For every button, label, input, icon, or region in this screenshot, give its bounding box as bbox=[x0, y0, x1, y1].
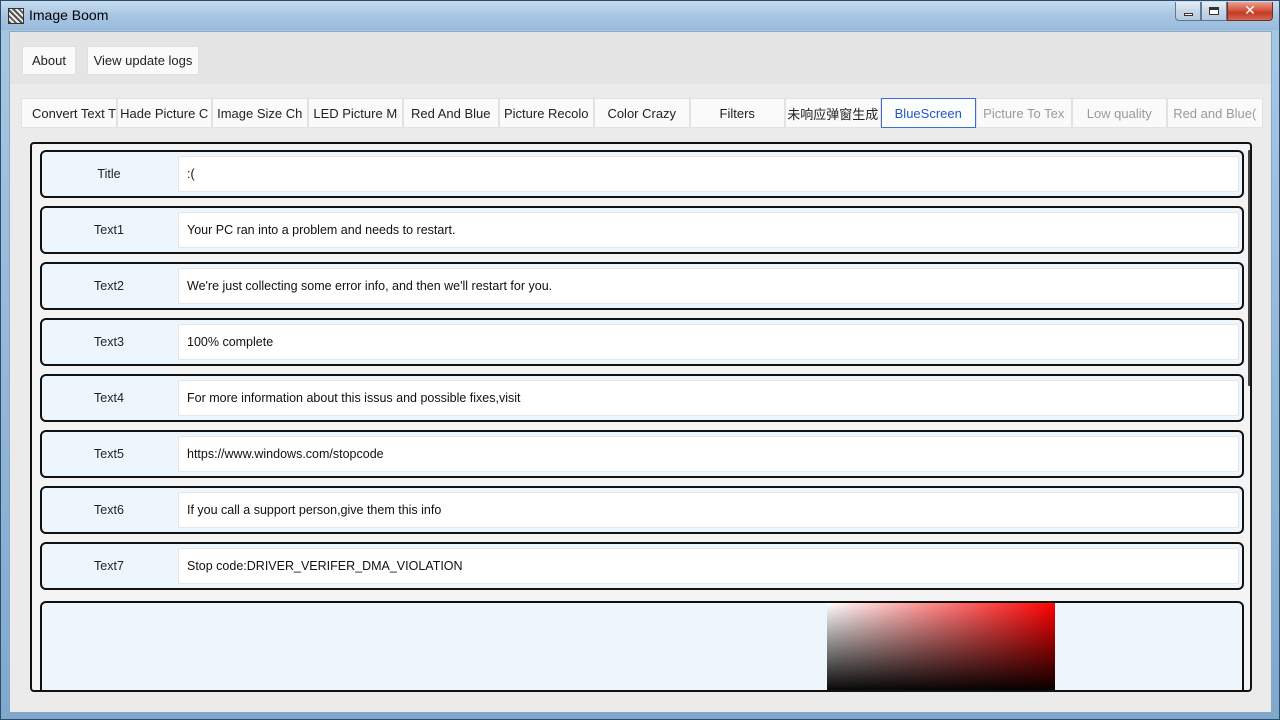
maximize-icon bbox=[1209, 7, 1219, 15]
field-row: Text1 bbox=[40, 206, 1244, 254]
tab-item[interactable]: 未响应弹窗生成 bbox=[785, 98, 881, 128]
field-input[interactable] bbox=[178, 492, 1239, 528]
field-label: Text6 bbox=[94, 503, 124, 517]
field-row: Text3 bbox=[40, 318, 1244, 366]
field-label: Text4 bbox=[94, 391, 124, 405]
tab-item[interactable]: Picture Recolo bbox=[498, 98, 594, 128]
tab-item[interactable]: Image Size Ch bbox=[212, 98, 308, 128]
tab-item[interactable]: Red And Blue bbox=[403, 98, 499, 128]
about-button[interactable]: About bbox=[22, 46, 76, 75]
field-input[interactable] bbox=[178, 548, 1239, 584]
minimize-icon bbox=[1183, 12, 1193, 16]
tab-item[interactable]: BlueScreen bbox=[880, 98, 976, 128]
field-input[interactable] bbox=[178, 324, 1239, 360]
color-picker[interactable] bbox=[827, 603, 1055, 690]
field-label: Text7 bbox=[94, 559, 124, 573]
tab-item[interactable]: Color Crazy bbox=[594, 98, 690, 128]
field-input[interactable] bbox=[178, 212, 1239, 248]
tab-strip: Convert Text T Hade Picture C Image Size C… bbox=[21, 98, 1263, 128]
tab-item[interactable]: Filters bbox=[689, 98, 785, 128]
field-label: Title bbox=[97, 167, 121, 181]
top-toolbar: About View update logs bbox=[10, 32, 1271, 84]
color-picker-row bbox=[40, 601, 1244, 690]
tab-item[interactable]: Low quality bbox=[1071, 98, 1167, 128]
window-controls: ✕ bbox=[1175, 2, 1273, 21]
field-input[interactable] bbox=[178, 380, 1239, 416]
field-row: Text7 bbox=[40, 542, 1244, 590]
field-input[interactable] bbox=[178, 268, 1239, 304]
field-row: Title bbox=[40, 150, 1244, 198]
maximize-button[interactable] bbox=[1201, 2, 1227, 21]
field-label: Text5 bbox=[94, 447, 124, 461]
field-row: Text2 bbox=[40, 262, 1244, 310]
tab-item[interactable]: LED Picture M bbox=[307, 98, 403, 128]
field-label: Text3 bbox=[94, 335, 124, 349]
field-input[interactable] bbox=[178, 436, 1239, 472]
field-input[interactable] bbox=[178, 156, 1239, 192]
client-area: About View update logs Convert Text T Had… bbox=[9, 31, 1272, 713]
field-row: Text6 bbox=[40, 486, 1244, 534]
title-bar[interactable]: Image Boom ✕ bbox=[1, 1, 1279, 30]
tab-item[interactable]: Picture To Tex bbox=[976, 98, 1072, 128]
view-update-logs-button[interactable]: View update logs bbox=[87, 46, 199, 75]
close-icon: ✕ bbox=[1244, 3, 1256, 19]
app-window: Image Boom ✕ About View update logs Conv… bbox=[0, 0, 1280, 720]
close-button[interactable]: ✕ bbox=[1227, 2, 1273, 21]
field-label: Text2 bbox=[94, 279, 124, 293]
app-icon bbox=[8, 8, 24, 24]
field-label: Text1 bbox=[94, 223, 124, 237]
field-row: Text5 bbox=[40, 430, 1244, 478]
tab-item[interactable]: Hade Picture C bbox=[116, 98, 212, 128]
bluescreen-panel: Title Text1 Text2 Text3 Text4 Text5 Text6 Text7 bbox=[30, 142, 1252, 692]
tab-item[interactable]: Convert Text T bbox=[21, 98, 117, 128]
field-row: Text4 bbox=[40, 374, 1244, 422]
minimize-button[interactable] bbox=[1175, 2, 1201, 21]
vertical-scrollbar[interactable] bbox=[1248, 150, 1250, 386]
tab-item[interactable]: Red and Blue( bbox=[1167, 98, 1263, 128]
window-title: Image Boom bbox=[29, 7, 109, 23]
